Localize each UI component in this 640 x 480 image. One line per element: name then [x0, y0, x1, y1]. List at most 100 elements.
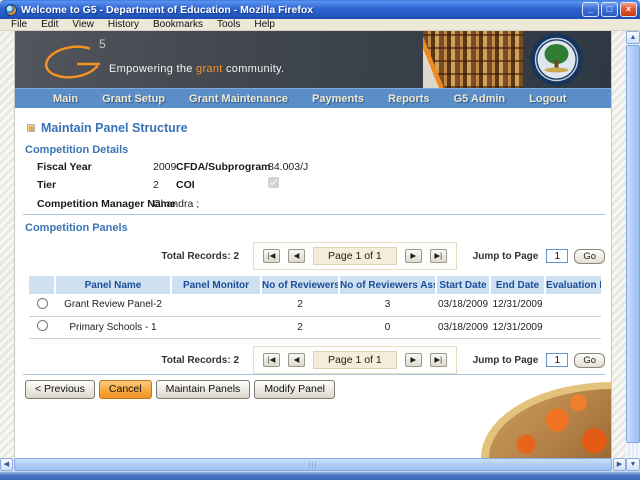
jump-to-page-label: Jump to Page	[473, 355, 539, 366]
nav-grant-maintenance[interactable]: Grant Maintenance	[177, 93, 300, 105]
tagline-prefix: Empowering the	[109, 63, 196, 75]
pager-controls: |◀ ◀ Page 1 of 1 ▶ ▶|	[253, 242, 457, 270]
panel-select-radio[interactable]	[37, 298, 48, 309]
nav-grant-setup[interactable]: Grant Setup	[90, 93, 177, 105]
pager-first-button[interactable]: |◀	[263, 353, 280, 367]
panel-select-radio[interactable]	[37, 320, 48, 331]
tagline-suffix: community.	[223, 63, 285, 75]
scroll-left-icon[interactable]: ◀	[0, 458, 13, 471]
menu-bar: File Edit View History Bookmarks Tools H…	[0, 19, 640, 31]
tier-label: Tier	[37, 179, 56, 191]
scroll-right-icon[interactable]: ▶	[613, 458, 626, 471]
table-row: Primary Schools - 1 2 0 03/18/2009 12/31…	[29, 316, 601, 338]
pager-last-button[interactable]: ▶|	[430, 249, 447, 263]
col-no-of-reviewers: No of Reviewers	[261, 276, 339, 294]
horizontal-scrollbar[interactable]: ◀ ▶	[0, 458, 626, 471]
col-evaluation-end-date: Evaluation End Date	[545, 276, 601, 294]
cell-start-date: 03/18/2009	[436, 316, 490, 338]
status-bar	[0, 471, 640, 480]
close-button[interactable]: ×	[620, 2, 637, 17]
pager-next-button[interactable]: ▶	[405, 249, 422, 263]
modify-panel-button[interactable]: Modify Panel	[254, 380, 335, 399]
maintain-panels-button[interactable]: Maintain Panels	[156, 380, 251, 399]
pagination-bottom: Total Records: 2 |◀ ◀ Page 1 of 1 ▶ ▶| J…	[161, 346, 605, 374]
cell-eval-end-date	[545, 316, 601, 338]
pager-prev-button[interactable]: ◀	[288, 249, 305, 263]
select-column-header	[29, 276, 55, 294]
col-panel-name: Panel Name	[55, 276, 171, 294]
cell-reviewers: 2	[261, 316, 339, 338]
pager-first-button[interactable]: |◀	[263, 249, 280, 263]
section-divider	[23, 214, 605, 215]
firefox-icon	[5, 4, 17, 16]
cell-panel-name: Grant Review Panel-2	[55, 294, 171, 316]
page-title-row: Maintain Panel Structure	[27, 121, 188, 135]
main-navigation: Main Grant Setup Grant Maintenance Payme…	[15, 88, 612, 108]
col-end-date: End Date	[490, 276, 545, 294]
nav-reports[interactable]: Reports	[376, 93, 442, 105]
maximize-button[interactable]: □	[601, 2, 618, 17]
vertical-scrollbar-thumb[interactable]	[626, 45, 640, 443]
firefox-window: Welcome to G5 - Department of Education …	[0, 0, 640, 480]
pager-controls: |◀ ◀ Page 1 of 1 ▶ ▶|	[253, 346, 457, 374]
section-divider	[23, 374, 605, 375]
fiscal-year-value: 2009	[153, 161, 176, 173]
cell-reviewers-assigned: 0	[339, 316, 436, 338]
cfda-value: 84.003/J	[268, 161, 308, 173]
cell-end-date: 12/31/2009	[490, 294, 545, 316]
jump-to-page-label: Jump to Page	[473, 251, 539, 262]
scroll-up-icon[interactable]: ▲	[626, 31, 640, 44]
jump-to-page-input[interactable]	[546, 249, 568, 263]
col-panel-monitor: Panel Monitor	[171, 276, 261, 294]
table-row: Grant Review Panel-2 2 3 03/18/2009 12/3…	[29, 294, 601, 316]
coi-label: COI	[176, 179, 195, 191]
nav-g5-admin[interactable]: G5 Admin	[442, 93, 518, 105]
pager-prev-button[interactable]: ◀	[288, 353, 305, 367]
nav-main[interactable]: Main	[41, 93, 90, 105]
scroll-down-icon[interactable]: ▼	[626, 458, 640, 471]
menu-edit[interactable]: Edit	[34, 19, 65, 30]
pager-last-button[interactable]: ▶|	[430, 353, 447, 367]
menu-file[interactable]: File	[4, 19, 34, 30]
menu-view[interactable]: View	[65, 19, 101, 30]
window-titlebar: Welcome to G5 - Department of Education …	[0, 0, 640, 19]
banner-tagline: Empowering the grant community.	[109, 63, 284, 75]
page-indicator: Page 1 of 1	[313, 351, 397, 369]
cfda-label: CFDA/Subprogram	[176, 161, 271, 173]
bullet-icon	[27, 124, 35, 132]
cell-panel-monitor	[171, 316, 261, 338]
chairs-image	[489, 389, 612, 458]
go-button[interactable]: Go	[574, 353, 605, 368]
cell-eval-end-date	[545, 294, 601, 316]
logo-number: 5	[99, 37, 106, 51]
cell-end-date: 12/31/2009	[490, 316, 545, 338]
menu-help[interactable]: Help	[247, 19, 282, 30]
menu-tools[interactable]: Tools	[210, 19, 247, 30]
competition-details-heading: Competition Details	[25, 144, 128, 156]
education-seal-icon	[529, 32, 584, 87]
pager-next-button[interactable]: ▶	[405, 353, 422, 367]
minimize-button[interactable]: _	[582, 2, 599, 17]
menu-history[interactable]: History	[101, 19, 146, 30]
cell-reviewers-assigned: 3	[339, 294, 436, 316]
menu-bookmarks[interactable]: Bookmarks	[146, 19, 210, 30]
go-button[interactable]: Go	[574, 249, 605, 264]
horizontal-scrollbar-thumb[interactable]	[14, 458, 612, 471]
vertical-scrollbar[interactable]: ▲ ▼	[626, 31, 640, 471]
previous-button[interactable]: < Previous	[25, 380, 95, 399]
coi-checkbox	[268, 177, 279, 188]
panels-table: Panel Name Panel Monitor No of Reviewers…	[29, 276, 601, 339]
nav-logout[interactable]: Logout	[517, 93, 578, 105]
cell-panel-name: Primary Schools - 1	[55, 316, 171, 338]
cancel-button[interactable]: Cancel	[99, 380, 152, 399]
cell-reviewers: 2	[261, 294, 339, 316]
cell-panel-monitor	[171, 294, 261, 316]
browser-viewport: 5 Empowering the grant community. Main G…	[0, 31, 640, 480]
table-header-row: Panel Name Panel Monitor No of Reviewers…	[29, 276, 601, 294]
pagination-top: Total Records: 2 |◀ ◀ Page 1 of 1 ▶ ▶| J…	[161, 242, 605, 270]
jump-to-page-input[interactable]	[546, 353, 568, 367]
tier-value: 2	[153, 179, 159, 191]
fiscal-year-label: Fiscal Year	[37, 161, 92, 173]
nav-payments[interactable]: Payments	[300, 93, 376, 105]
page-indicator: Page 1 of 1	[313, 247, 397, 265]
